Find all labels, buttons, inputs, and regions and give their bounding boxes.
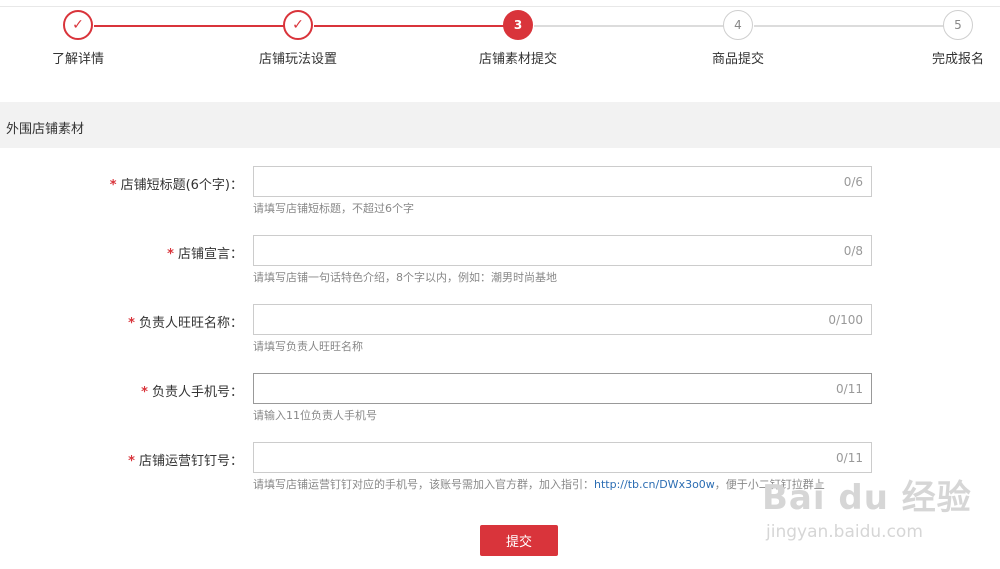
char-counter: 0/6 [843, 175, 863, 189]
dingtalk-input-box: 0/11 [253, 442, 872, 473]
step-1-circle: ✓ [63, 10, 93, 40]
char-counter: 0/8 [843, 244, 863, 258]
field-label-text: 负责人手机号： [151, 385, 243, 400]
step-number: 3 [513, 18, 523, 32]
char-counter: 0/11 [836, 451, 863, 465]
watermark-logo: Bai du 经验 [762, 478, 972, 518]
step-connector-4 [754, 25, 944, 27]
watermark-url: jingyan.baidu.com [766, 522, 923, 542]
field-label-text: 负责人旺旺名称： [138, 316, 243, 331]
step-2-circle: ✓ [283, 10, 313, 40]
step-5-label: 完成报名 [931, 52, 985, 67]
dingtalk-input[interactable] [254, 443, 830, 472]
progress-stepper: ✓ ✓ 3 4 5 了解详情 店铺玩法设置 店铺素材提交 商品提交 完成报名 [0, 0, 1000, 80]
field-label: * 店铺运营钉钉号： [128, 450, 243, 469]
field-label: * 负责人旺旺名称： [128, 312, 243, 331]
char-counter: 0/100 [828, 313, 863, 327]
step-connector-2 [314, 25, 504, 27]
field-label-text: 店铺短标题(6个字)： [120, 178, 243, 193]
section-header: 外围店铺素材 [0, 102, 1000, 148]
baidu-jingyan-watermark: Bai du 经验 jingyan.baidu.com [762, 470, 992, 550]
step-number: 4 [734, 18, 742, 32]
field-label-text: 店铺运营钉钉号： [138, 454, 243, 469]
phone-input-box: 0/11 [253, 373, 872, 404]
required-mark: * [128, 316, 135, 331]
wangwang-input-box: 0/100 [253, 304, 872, 335]
step-3-label: 店铺素材提交 [478, 52, 558, 67]
field-label: * 负责人手机号： [141, 381, 243, 400]
step-connector-1 [94, 25, 284, 27]
step-number: 5 [954, 18, 962, 32]
step-5-circle: 5 [943, 10, 973, 40]
phone-input[interactable] [254, 374, 830, 403]
field-label: * 店铺短标题(6个字)： [110, 174, 243, 193]
field-hint: 请填写店铺短标题，不超过6个字 [253, 202, 414, 215]
slogan-input-box: 0/8 [253, 235, 872, 266]
required-mark: * [167, 247, 174, 262]
check-icon: ✓ [72, 17, 84, 33]
field-hint: 请填写店铺一句话特色介绍，8个字以内，例如：潮男时尚基地 [253, 271, 557, 284]
short-title-input[interactable] [254, 167, 830, 196]
required-mark: * [141, 385, 148, 400]
field-hint: 请填写负责人旺旺名称 [253, 340, 363, 353]
section-title: 外围店铺素材 [6, 122, 85, 137]
wangwang-input[interactable] [254, 305, 830, 334]
step-4-label: 商品提交 [711, 52, 765, 67]
char-counter: 0/11 [836, 382, 863, 396]
hint-text: 请填写店铺运营钉钉对应的手机号，该账号需加入官方群，加入指引： [253, 478, 594, 491]
step-connector-3 [534, 25, 724, 27]
field-label-text: 店铺宣言： [177, 247, 243, 262]
required-mark: * [128, 454, 135, 469]
short-title-input-box: 0/6 [253, 166, 872, 197]
guide-link[interactable]: http://tb.cn/DWx3o0w [594, 478, 715, 491]
step-2-label: 店铺玩法设置 [258, 52, 338, 67]
field-hint: 请输入11位负责人手机号 [253, 409, 377, 422]
step-1-label: 了解详情 [51, 52, 105, 67]
required-mark: * [109, 178, 117, 193]
check-icon: ✓ [292, 17, 304, 33]
slogan-input[interactable] [254, 236, 830, 265]
step-3-circle: 3 [503, 10, 533, 40]
field-label: * 店铺宣言： [167, 243, 243, 262]
step-4-circle: 4 [723, 10, 753, 40]
submit-button[interactable]: 提交 [480, 525, 558, 556]
